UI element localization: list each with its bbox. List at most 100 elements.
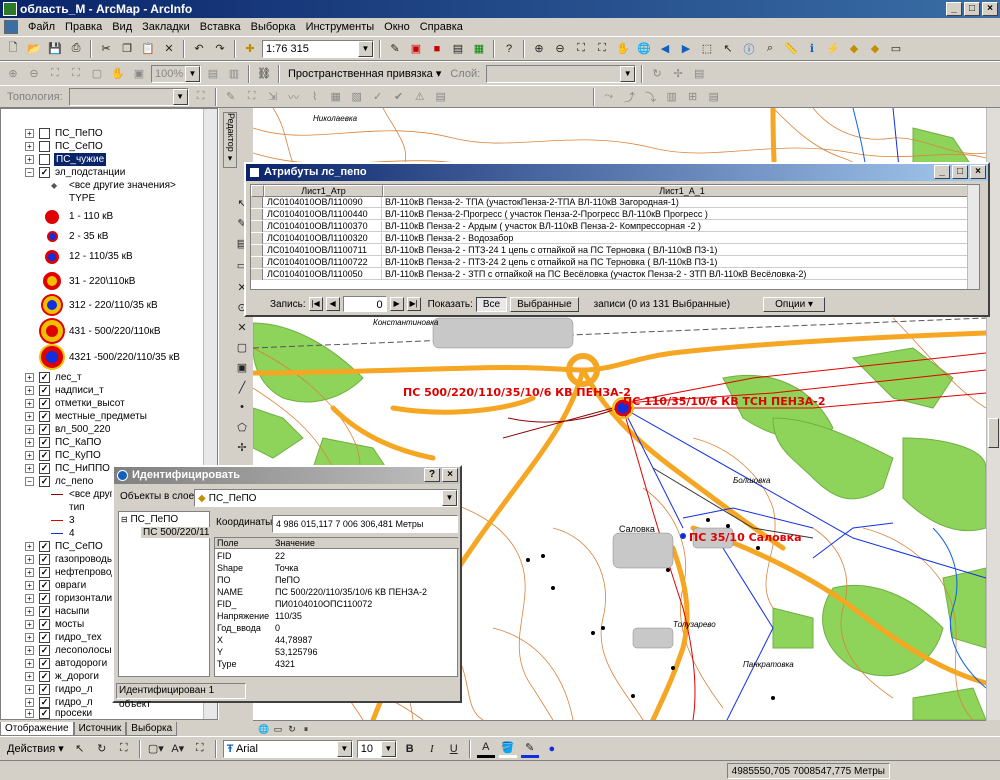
- expand-toggle[interactable]: +: [25, 709, 34, 718]
- toc-layer-chuzhie[interactable]: + ПС_чужие: [1, 153, 201, 166]
- fixed-zoom-out-page-icon[interactable]: ⛶: [67, 65, 85, 83]
- route-calibrate-icon[interactable]: ⊞: [684, 88, 702, 106]
- expand-toggle[interactable]: +: [25, 464, 34, 473]
- toc-layer[interactable]: + ✓ ПС_КуПО: [1, 449, 201, 462]
- attr-row[interactable]: NAME ПС 500/220/110/35/10/6 КВ ПЕНЗА-2: [215, 587, 459, 598]
- toc-layer[interactable]: + ✓ отметки_высот: [1, 397, 201, 410]
- menu-edit[interactable]: Правка: [65, 21, 102, 33]
- expand-toggle[interactable]: +: [25, 142, 34, 151]
- info-icon[interactable]: ℹ: [803, 40, 821, 58]
- layer-visibility-checkbox[interactable]: ✓: [39, 372, 50, 383]
- layer-visibility-checkbox[interactable]: ✓: [39, 619, 50, 630]
- expand-toggle[interactable]: +: [25, 555, 34, 564]
- topology-fix-icon[interactable]: ✔: [390, 88, 408, 106]
- redo-icon[interactable]: ↷: [211, 40, 229, 58]
- attr-maximize-button[interactable]: □: [952, 165, 968, 179]
- bold-icon[interactable]: B: [401, 740, 419, 758]
- fixed-zoom-out-icon[interactable]: ⛶: [593, 40, 611, 58]
- substation-salovka[interactable]: [680, 533, 686, 539]
- topology-planarize-icon[interactable]: ▧: [348, 88, 366, 106]
- tab-source[interactable]: Источник: [73, 722, 127, 736]
- expand-toggle[interactable]: +: [25, 451, 34, 460]
- attr-close-button[interactable]: ×: [970, 165, 986, 179]
- select-elements-icon[interactable]: ↖: [719, 40, 737, 58]
- rectangle-tool-icon[interactable]: ▢▾: [147, 740, 165, 758]
- close-button[interactable]: ×: [982, 2, 998, 16]
- tab-display[interactable]: Отображение: [0, 722, 74, 736]
- zoom-in-icon[interactable]: ⊕: [530, 40, 548, 58]
- expand-toggle[interactable]: +: [25, 438, 34, 447]
- zoom-to-selected-icon[interactable]: ⛶: [115, 740, 133, 758]
- toc-layer[interactable]: + ✓ местные_предметы: [1, 410, 201, 423]
- edit-vertices-icon[interactable]: ⛶: [191, 740, 209, 758]
- save-icon[interactable]: 💾: [46, 40, 64, 58]
- topology-align-icon[interactable]: ⇲: [264, 88, 282, 106]
- drawing-actions-menu[interactable]: Действия ▾: [4, 742, 67, 755]
- marker-color-icon[interactable]: ●: [543, 740, 561, 758]
- attribute-grid[interactable]: Лист1_Атр Лист1_А_1 ЛС0104010ОВЛ110090 ВЛ…: [250, 184, 980, 290]
- line-tool-icon[interactable]: ╱: [233, 378, 251, 396]
- identify-close-button[interactable]: ×: [442, 468, 458, 482]
- add-data-icon[interactable]: ✚: [241, 40, 259, 58]
- georef-rotate-icon[interactable]: ↻: [648, 65, 666, 83]
- sketch-properties-icon[interactable]: ▢: [233, 338, 251, 356]
- toc-layer[interactable]: + ✓ ПС_КаПО: [1, 436, 201, 449]
- tree-root[interactable]: ⊟ ПС_ПеПО: [121, 514, 178, 525]
- layer-visibility-checkbox[interactable]: ✓: [39, 606, 50, 617]
- layer-visibility-checkbox[interactable]: ✓: [39, 684, 50, 695]
- expand-toggle[interactable]: +: [25, 399, 34, 408]
- toc-layer-sepo[interactable]: + ПС_СеПО: [1, 140, 201, 153]
- fill-color-icon[interactable]: 🪣: [498, 740, 517, 758]
- prev-record-button[interactable]: ◀: [325, 297, 340, 311]
- font-color-icon[interactable]: A: [476, 740, 495, 758]
- layer-visibility-checkbox[interactable]: ✓: [39, 167, 50, 178]
- show-all-button[interactable]: Все: [475, 296, 508, 312]
- first-record-button[interactable]: |◀: [308, 297, 323, 311]
- move-tool-icon[interactable]: ✢: [233, 438, 251, 456]
- layer-visibility-checkbox[interactable]: ✓: [39, 708, 50, 719]
- menu-help[interactable]: Справка: [420, 21, 463, 33]
- toc-layer[interactable]: + ✓ просеки: [1, 707, 201, 720]
- layer-visibility-checkbox[interactable]: ✓: [39, 541, 50, 552]
- font-combo[interactable]: Ŧ Arial ▼: [222, 739, 353, 758]
- expand-toggle[interactable]: +: [25, 659, 34, 668]
- table-row[interactable]: ЛС0104010ОВЛ1100320 ВЛ-110кВ Пенза-2 - Во…: [251, 233, 979, 244]
- route-measure-icon[interactable]: ⤳: [600, 88, 618, 106]
- identify-tree[interactable]: ⊟ ПС_ПеПО ПС 500/220/11: [118, 511, 212, 677]
- attr-minimize-button[interactable]: _: [934, 165, 950, 179]
- menu-selection[interactable]: Выборка: [251, 21, 296, 33]
- expand-toggle[interactable]: +: [25, 386, 34, 395]
- layer-visibility-checkbox[interactable]: [39, 154, 50, 165]
- tab-selection[interactable]: Выборка: [126, 722, 178, 736]
- pan-page-icon[interactable]: ✋: [109, 65, 127, 83]
- collapse-toggle[interactable]: −: [25, 477, 34, 486]
- zoom-out-icon[interactable]: ⊖: [551, 40, 569, 58]
- arctoolbox-icon[interactable]: ▣: [407, 40, 425, 58]
- expand-toggle[interactable]: +: [25, 607, 34, 616]
- column-header-list1-a1[interactable]: Лист1_А_1: [383, 185, 979, 197]
- point-tool-icon[interactable]: •: [233, 398, 251, 416]
- open-icon[interactable]: 📂: [25, 40, 43, 58]
- column-header-list1-atr[interactable]: Лист1_Атр: [264, 185, 383, 197]
- toc-layer-el-podstancii[interactable]: − ✓ эл_подстанции: [1, 166, 201, 179]
- maximize-button[interactable]: □: [964, 2, 980, 16]
- identify-help-button[interactable]: ?: [424, 468, 440, 482]
- toggle-draft-icon[interactable]: ▤: [204, 65, 222, 83]
- layer-visibility-checkbox[interactable]: ✓: [39, 450, 50, 461]
- goto-xy-icon[interactable]: ◆: [866, 40, 884, 58]
- next-record-button[interactable]: ▶: [389, 297, 404, 311]
- editor-menu[interactable]: Редактор ▾: [223, 112, 237, 168]
- focus-data-frame-icon[interactable]: ▥: [225, 65, 243, 83]
- whats-this-icon[interactable]: ?: [500, 40, 518, 58]
- print-icon[interactable]: ⎙: [67, 40, 85, 58]
- georef-shift-icon[interactable]: ✢: [669, 65, 687, 83]
- layer-visibility-checkbox[interactable]: [39, 128, 50, 139]
- zoom-whole-page-icon[interactable]: ▢: [88, 65, 106, 83]
- delete-icon[interactable]: ✕: [160, 40, 178, 58]
- expand-toggle[interactable]: +: [25, 129, 34, 138]
- layer-visibility-checkbox[interactable]: ✓: [39, 554, 50, 565]
- fixed-zoom-in-icon[interactable]: ⛶: [572, 40, 590, 58]
- expand-toggle[interactable]: +: [25, 412, 34, 421]
- change-layout-icon[interactable]: ⛓: [255, 65, 273, 83]
- expand-toggle[interactable]: +: [25, 685, 34, 694]
